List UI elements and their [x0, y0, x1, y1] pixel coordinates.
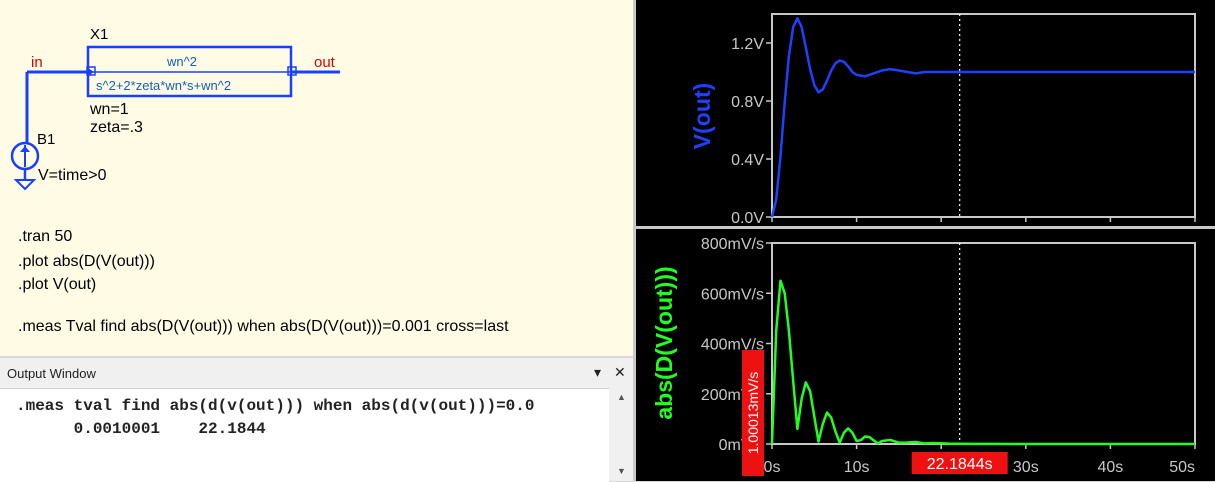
directive-plot-deriv[interactable]: .plot abs(D(V(out))): [18, 253, 155, 271]
trace-name-label-1[interactable]: abs(D(V(out))): [651, 266, 677, 419]
trace-1[interactable]: [770, 279, 1195, 446]
source-ref-b1: B1: [37, 131, 56, 148]
ytick-label: 1.2V: [731, 36, 764, 53]
source-arrow-head: [20, 146, 30, 152]
directive-tran[interactable]: .tran 50: [18, 228, 72, 246]
transfer-numerator: wn^2: [167, 54, 197, 69]
output-window: Output Window ▾ ✕ .meas tval find abs(d(…: [0, 358, 633, 482]
ytick-label: 0.4V: [731, 152, 764, 169]
output-line-1: .meas tval find abs(d(v(out))) when abs(…: [16, 397, 535, 415]
net-label-out[interactable]: out: [314, 54, 335, 71]
scroll-down-icon[interactable]: ▼: [617, 466, 626, 476]
directive-meas[interactable]: .meas Tval find abs(D(V(out))) when abs(…: [18, 318, 509, 336]
param-wn[interactable]: wn=1: [90, 101, 129, 119]
xtick-label: 30s: [1013, 459, 1039, 476]
ytick-label: 0.8V: [731, 94, 764, 111]
waveform-plots[interactable]: 0.0V0.4V0.8V1.2VV(out)0mV/s200mV/s400mV/…: [636, 0, 1215, 481]
waveform-viewer[interactable]: 0.0V 0.4V 0.8V 1.2V V(out) 0mV/s 200mV/s 400mV/…: [636, 0, 1215, 481]
ground-icon: [13, 179, 37, 191]
component-ref-x1: X1: [90, 26, 109, 43]
output-line-2: 0.0010001 22.1844: [16, 420, 266, 438]
output-window-text[interactable]: .meas tval find abs(d(v(out))) when abs(…: [0, 388, 609, 482]
scroll-up-icon[interactable]: ▲: [617, 392, 626, 402]
plot-frame-0: [771, 13, 1196, 218]
ytick-label: 600mV/s: [701, 286, 764, 303]
directive-plot-vout[interactable]: .plot V(out): [18, 276, 96, 294]
output-scrollbar[interactable]: ▲ ▼: [609, 388, 633, 481]
output-window-title: Output Window: [7, 366, 96, 381]
xtick-label: 10s: [844, 459, 870, 476]
xtick-label: 0s: [764, 459, 781, 476]
source-value[interactable]: V=time>0: [38, 167, 106, 185]
param-zeta[interactable]: zeta=.3: [90, 119, 143, 137]
xtick-label: 50s: [1169, 459, 1195, 476]
cursor-y-value: 1.00013mV/s: [745, 372, 761, 455]
trace-0[interactable]: [770, 17, 1195, 218]
ytick-label: 800mV/s: [701, 236, 764, 253]
transfer-denominator: s^2+2*zeta*wn*s+wn^2: [96, 78, 232, 93]
cursor-x-value: 22.1844s: [927, 456, 993, 473]
output-window-titlebar[interactable]: Output Window ▾ ✕: [0, 358, 633, 388]
trace-name-label-0[interactable]: V(out): [689, 83, 715, 149]
pin-dropdown-button[interactable]: ▾: [594, 364, 601, 381]
ytick-label: 0.0V: [731, 210, 764, 227]
plot-pane-divider[interactable]: [636, 226, 1215, 229]
plot-frame-1: [771, 242, 1196, 445]
xtick-label: 40s: [1098, 459, 1124, 476]
schematic-editor[interactable]: X1 in out wn^2 s^2+2*zeta*wn*s+wn^2 wn=1…: [0, 0, 633, 356]
net-label-in[interactable]: in: [31, 54, 43, 71]
close-button[interactable]: ✕: [614, 364, 626, 381]
